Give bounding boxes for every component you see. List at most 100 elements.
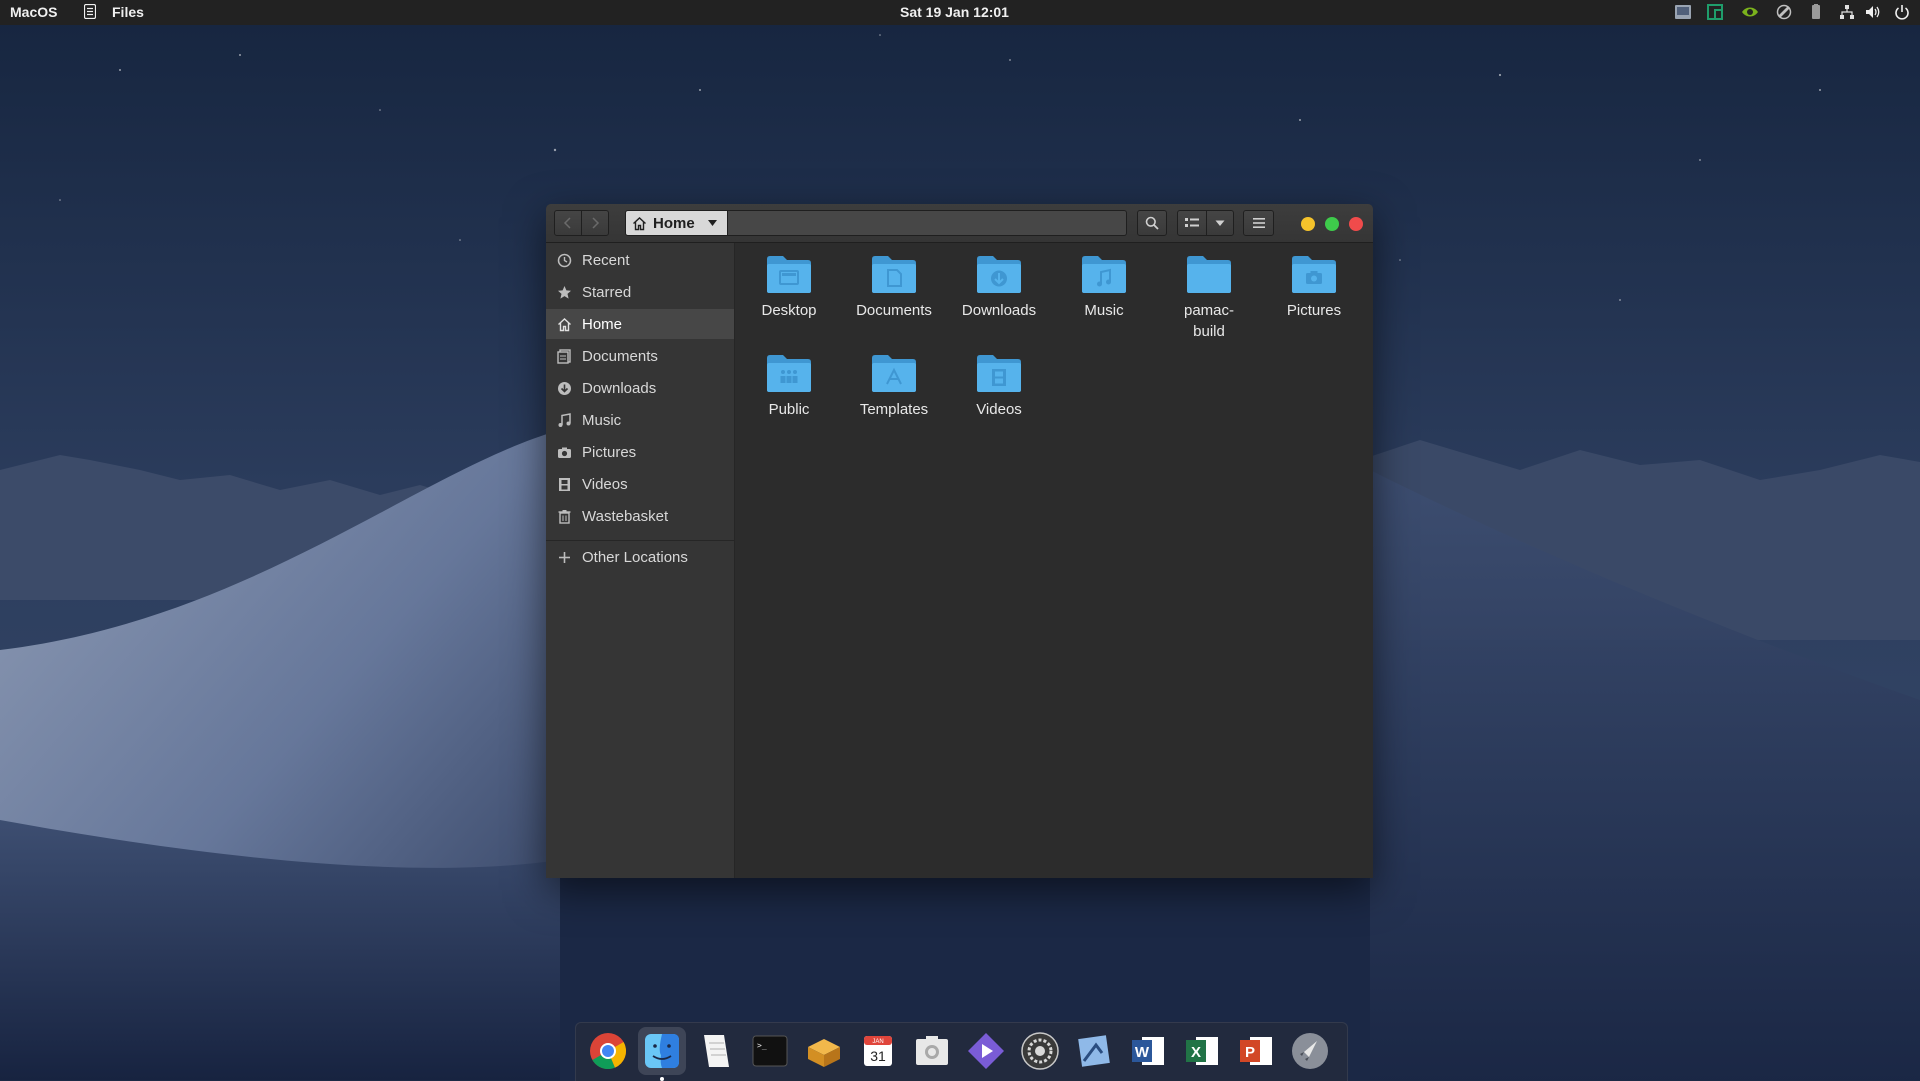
sidebar-item-pictures[interactable]: Pictures xyxy=(546,437,734,467)
manjaro-tray-icon[interactable] xyxy=(1706,3,1724,21)
dock-item-terminal[interactable]: >_ xyxy=(746,1027,794,1075)
back-button[interactable] xyxy=(554,210,582,236)
dock-item-chrome[interactable] xyxy=(584,1027,632,1075)
active-app-label[interactable]: Files xyxy=(112,4,144,20)
sidebar-item-label: Other Locations xyxy=(582,548,688,566)
screenshot-icon xyxy=(916,1036,948,1065)
volume-tray-icon[interactable] xyxy=(1864,3,1882,21)
plus-icon xyxy=(558,551,570,563)
folder-music[interactable]: Music xyxy=(1052,247,1156,321)
calendar-icon: JAN 31 xyxy=(864,1036,892,1066)
music-folder-icon xyxy=(1082,256,1126,293)
sidebar-item-label: Documents xyxy=(582,347,658,365)
calendar-month: JAN xyxy=(872,1039,883,1045)
dock-item-media-player[interactable] xyxy=(962,1027,1010,1075)
chrome-icon xyxy=(590,1033,627,1070)
documents-folder-icon xyxy=(872,256,916,293)
sidebar-item-videos[interactable]: Videos xyxy=(546,469,734,499)
folder-label: Templates xyxy=(859,401,929,418)
folder-label: Public xyxy=(768,401,810,418)
dock-item-launchpad[interactable] xyxy=(1286,1027,1334,1075)
sidebar-item-documents[interactable]: Documents xyxy=(546,341,734,371)
dock-item-word[interactable]: W xyxy=(1124,1027,1172,1075)
folder-videos[interactable]: Videos xyxy=(947,346,1051,420)
running-indicator xyxy=(660,1077,664,1081)
preview-icon xyxy=(1078,1035,1110,1067)
folder-templates[interactable]: Templates xyxy=(842,346,946,420)
terminal-prompt: >_ xyxy=(757,1041,767,1050)
dock-item-preview[interactable] xyxy=(1070,1027,1118,1075)
folder-public[interactable]: Public xyxy=(737,346,841,420)
folder-desktop[interactable]: Desktop xyxy=(737,247,841,321)
list-view-icon xyxy=(1185,218,1199,227)
calendar-day: 31 xyxy=(870,1048,886,1064)
nvidia-tray-icon[interactable] xyxy=(1741,3,1759,21)
folder-label: Documents xyxy=(856,302,932,319)
trash-icon xyxy=(558,509,570,524)
desktop-folder-icon xyxy=(767,256,811,293)
dock-item-calendar[interactable]: JAN 31 xyxy=(854,1027,902,1075)
screenshot-tray-icon[interactable] xyxy=(1674,3,1692,21)
sidebar-item-label: Downloads xyxy=(582,379,657,397)
battery-tray-icon[interactable] xyxy=(1807,3,1825,21)
dock-item-powerpoint[interactable]: P xyxy=(1232,1027,1280,1075)
minimize-button[interactable] xyxy=(1301,217,1315,231)
folder-label: Music xyxy=(1084,302,1124,319)
dock-item-screenshot[interactable] xyxy=(908,1027,956,1075)
app-menu-button[interactable]: MacOS xyxy=(10,4,57,20)
folder-label: Videos xyxy=(976,401,1022,418)
sidebar-item-recent[interactable]: Recent xyxy=(546,245,734,275)
download-icon xyxy=(557,381,571,395)
menu-button[interactable] xyxy=(1243,210,1274,236)
sync-tray-icon[interactable] xyxy=(1775,3,1793,21)
dock-item-archive[interactable] xyxy=(800,1027,848,1075)
top-bar: MacOS Files Sat 19 Jan 12:01 xyxy=(0,0,1920,25)
sidebar-item-wastebasket[interactable]: Wastebasket xyxy=(546,501,734,531)
clock[interactable]: Sat 19 Jan 12:01 xyxy=(900,4,1009,20)
folder-pamac-build[interactable]: pamac-build xyxy=(1157,247,1261,342)
power-tray-icon[interactable] xyxy=(1893,3,1911,21)
close-button[interactable] xyxy=(1349,217,1363,231)
word-letter: W xyxy=(1135,1044,1150,1061)
media-player-icon xyxy=(968,1033,1004,1069)
dock-item-text-editor[interactable] xyxy=(692,1027,740,1075)
folder-documents[interactable]: Documents xyxy=(842,247,946,321)
sidebar: Recent Starred Home Documents Downloads … xyxy=(546,243,735,878)
settings-icon xyxy=(1021,1032,1059,1070)
home-icon xyxy=(633,216,646,230)
dock-item-finder[interactable] xyxy=(638,1027,686,1081)
public-folder-icon xyxy=(767,355,811,392)
chevron-down-icon xyxy=(707,220,717,226)
sidebar-item-music[interactable]: Music xyxy=(546,405,734,435)
dock-item-settings[interactable] xyxy=(1016,1027,1064,1075)
downloads-folder-icon xyxy=(977,256,1021,293)
terminal-icon: >_ xyxy=(752,1035,788,1067)
network-tray-icon[interactable] xyxy=(1838,3,1856,21)
folder-label: Downloads xyxy=(961,302,1037,319)
view-options-button[interactable] xyxy=(1206,210,1234,236)
header-bar: Home xyxy=(546,204,1373,243)
home-icon xyxy=(557,317,571,331)
powerpoint-letter: P xyxy=(1245,1044,1255,1061)
sidebar-item-downloads[interactable]: Downloads xyxy=(546,373,734,403)
folder-label: Desktop xyxy=(761,302,817,319)
path-bar-home-button[interactable]: Home xyxy=(625,210,728,236)
dock-item-excel[interactable]: X xyxy=(1178,1027,1226,1075)
chevron-left-icon xyxy=(563,217,571,229)
sidebar-item-home[interactable]: Home xyxy=(546,309,734,339)
excel-letter: X xyxy=(1191,1044,1201,1061)
folder-icon xyxy=(1187,256,1231,293)
folder-label: Pictures xyxy=(1286,302,1342,319)
location-field[interactable] xyxy=(728,210,1127,236)
sidebar-item-label: Home xyxy=(582,315,623,333)
sidebar-item-starred[interactable]: Starred xyxy=(546,277,734,307)
sidebar-item-label: Recent xyxy=(582,251,630,269)
sidebar-item-other-locations[interactable]: Other Locations xyxy=(546,542,734,572)
templates-folder-icon xyxy=(872,355,916,392)
folder-pictures[interactable]: Pictures xyxy=(1262,247,1366,321)
folder-downloads[interactable]: Downloads xyxy=(947,247,1051,321)
maximize-button[interactable] xyxy=(1325,217,1339,231)
view-toggle-button[interactable] xyxy=(1177,210,1207,236)
forward-button[interactable] xyxy=(581,210,609,236)
search-button[interactable] xyxy=(1137,210,1167,236)
